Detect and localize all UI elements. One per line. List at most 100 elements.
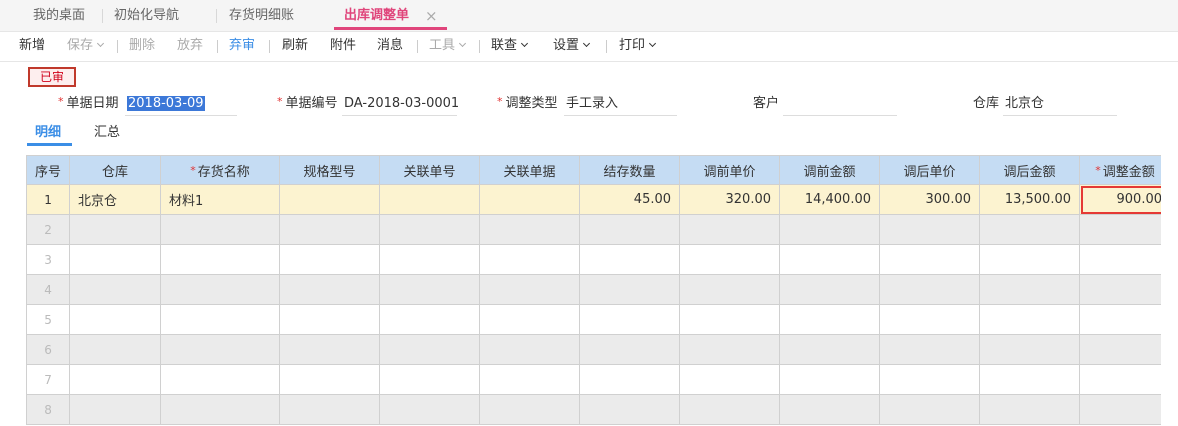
cell[interactable]: [479, 394, 581, 425]
cell[interactable]: [69, 274, 162, 305]
cell[interactable]: [579, 244, 681, 275]
cell-adj-amount[interactable]: 900.00: [1079, 184, 1172, 215]
settings-menu[interactable]: 设置: [553, 32, 591, 60]
cell[interactable]: [479, 334, 581, 365]
cell[interactable]: [379, 364, 481, 395]
cell[interactable]: [69, 214, 162, 245]
cell[interactable]: [579, 274, 681, 305]
attachment-button[interactable]: 附件: [330, 32, 356, 60]
cell[interactable]: [679, 214, 781, 245]
cell[interactable]: [679, 304, 781, 335]
cell[interactable]: [879, 394, 981, 425]
cell[interactable]: [679, 274, 781, 305]
cell[interactable]: [279, 274, 381, 305]
table-row[interactable]: 4: [25, 274, 1172, 305]
cell[interactable]: [779, 214, 881, 245]
column-header[interactable]: 调前金额: [779, 155, 881, 185]
column-header[interactable]: 关联单号: [379, 155, 481, 185]
cell-ref-doc[interactable]: [479, 184, 581, 215]
cell-warehouse[interactable]: 北京仓: [69, 184, 162, 215]
tab-init-guide[interactable]: 初始化导航: [114, 0, 179, 32]
cell[interactable]: [160, 244, 281, 275]
tools-menu[interactable]: 工具: [429, 32, 467, 60]
table-row[interactable]: 2: [25, 214, 1172, 245]
save-button[interactable]: 保存: [67, 32, 105, 60]
table-row[interactable]: 8: [25, 394, 1172, 425]
cell[interactable]: [379, 334, 481, 365]
message-button[interactable]: 消息: [377, 32, 403, 60]
delete-button[interactable]: 删除: [129, 32, 155, 60]
cell-post-price[interactable]: 300.00: [879, 184, 981, 215]
cell[interactable]: [979, 364, 1081, 395]
column-header[interactable]: 仓库: [69, 155, 162, 185]
cell[interactable]: [279, 244, 381, 275]
cell-post-amount[interactable]: 13,500.00: [979, 184, 1081, 215]
cell-qty[interactable]: 45.00: [579, 184, 681, 215]
cell-item-name[interactable]: 材料1: [160, 184, 281, 215]
cell[interactable]: [879, 304, 981, 335]
cell[interactable]: [979, 214, 1081, 245]
tab-summary[interactable]: 汇总: [94, 122, 120, 144]
cell[interactable]: [979, 394, 1081, 425]
cell[interactable]: [1079, 244, 1172, 275]
cell[interactable]: [579, 304, 681, 335]
print-menu[interactable]: 打印: [619, 32, 657, 60]
cell[interactable]: [879, 244, 981, 275]
discard-button[interactable]: 放弃: [177, 32, 203, 60]
cell[interactable]: [479, 274, 581, 305]
table-row[interactable]: 7: [25, 364, 1172, 395]
cell[interactable]: [160, 334, 281, 365]
cell[interactable]: [1079, 304, 1172, 335]
table-row[interactable]: 1 北京仓 材料1 45.00 320.00 14,400.00 300.00 …: [25, 184, 1172, 215]
cell-pre-price[interactable]: 320.00: [679, 184, 781, 215]
column-header[interactable]: 调后金额: [979, 155, 1081, 185]
linked-query-menu[interactable]: 联查: [491, 32, 529, 60]
cell[interactable]: [279, 364, 381, 395]
cell[interactable]: [579, 394, 681, 425]
cell[interactable]: [479, 244, 581, 275]
refresh-button[interactable]: 刷新: [282, 32, 308, 60]
cell[interactable]: [879, 214, 981, 245]
cell[interactable]: [979, 304, 1081, 335]
cell[interactable]: [379, 304, 481, 335]
column-header[interactable]: 调前单价: [679, 155, 781, 185]
cell[interactable]: [69, 364, 162, 395]
cell[interactable]: [69, 394, 162, 425]
cell[interactable]: [679, 244, 781, 275]
table-row[interactable]: 5: [25, 304, 1172, 335]
tab-inventory-ledger[interactable]: 存货明细账: [229, 0, 294, 32]
cell[interactable]: [160, 394, 281, 425]
customer-field[interactable]: [783, 94, 897, 116]
cell[interactable]: [1079, 214, 1172, 245]
cell[interactable]: [160, 274, 281, 305]
cell[interactable]: [160, 304, 281, 335]
cell[interactable]: [279, 394, 381, 425]
column-header[interactable]: * 存货名称: [160, 155, 281, 185]
cell[interactable]: [379, 274, 481, 305]
cell[interactable]: [979, 274, 1081, 305]
cell[interactable]: [979, 244, 1081, 275]
cell[interactable]: [279, 334, 381, 365]
add-button[interactable]: 新增: [19, 32, 45, 60]
cell[interactable]: [69, 244, 162, 275]
cell[interactable]: [160, 214, 281, 245]
column-header[interactable]: 规格型号: [279, 155, 381, 185]
column-header[interactable]: 序号: [25, 155, 71, 185]
cell[interactable]: [479, 304, 581, 335]
cell[interactable]: [379, 214, 481, 245]
cell[interactable]: [879, 334, 981, 365]
table-row[interactable]: 3: [25, 244, 1172, 275]
cell[interactable]: [779, 334, 881, 365]
column-header[interactable]: 关联单据: [479, 155, 581, 185]
cell[interactable]: [779, 394, 881, 425]
cell[interactable]: [379, 394, 481, 425]
cell[interactable]: [779, 364, 881, 395]
table-row[interactable]: 6: [25, 334, 1172, 365]
cell-spec[interactable]: [279, 184, 381, 215]
cell[interactable]: [279, 214, 381, 245]
cell[interactable]: [69, 304, 162, 335]
cell[interactable]: [679, 364, 781, 395]
cell[interactable]: [779, 244, 881, 275]
cell[interactable]: [579, 214, 681, 245]
cell[interactable]: [879, 364, 981, 395]
